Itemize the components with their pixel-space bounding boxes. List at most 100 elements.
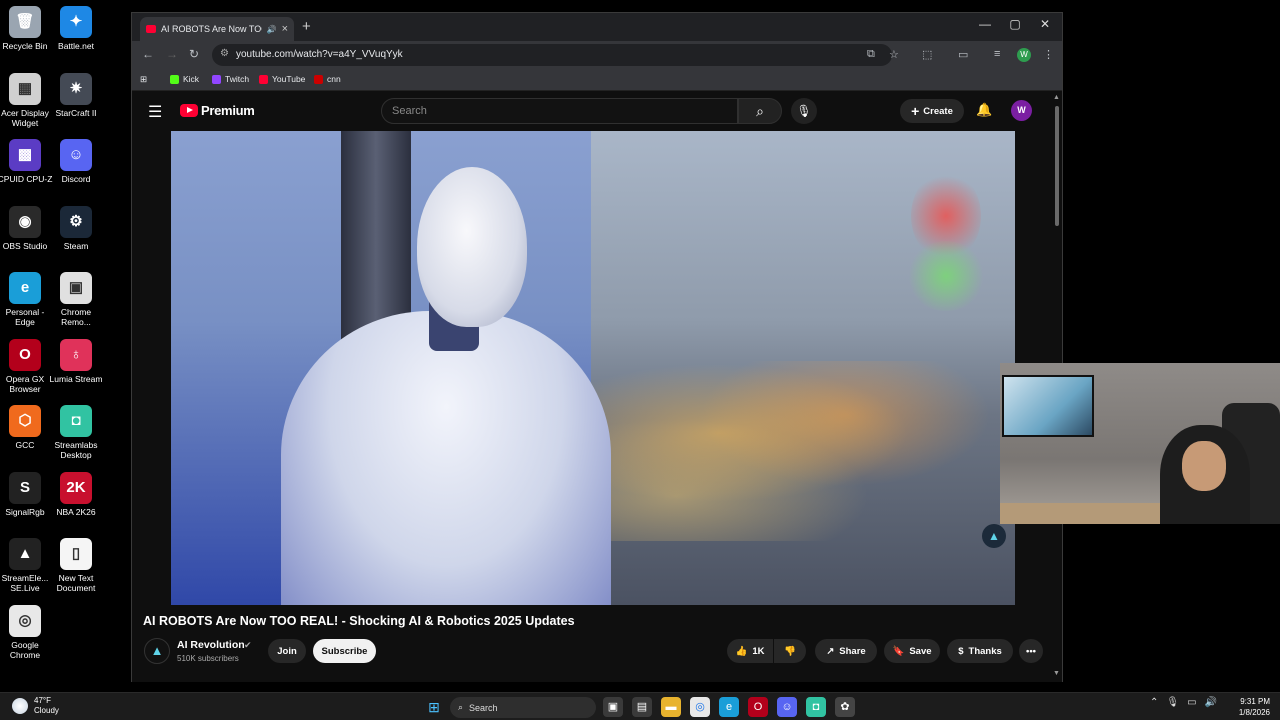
site-info-icon[interactable]: ⚙ xyxy=(220,48,229,59)
file-explorer-icon[interactable]: ▬ xyxy=(661,697,681,717)
desktop-icon-new-text-document[interactable]: ▯ New Text Document xyxy=(47,538,105,593)
desktop-icon-steam[interactable]: ⚙ Steam xyxy=(47,205,105,251)
task-view-icon[interactable]: ▣ xyxy=(603,697,623,717)
account-avatar[interactable]: W xyxy=(1011,100,1032,121)
app-icon: ▯ xyxy=(60,538,92,570)
bookmark-star-icon[interactable]: ☆ xyxy=(889,48,899,61)
desktop-icon-acer-display-widget[interactable]: ▦ Acer Display Widget xyxy=(0,72,54,128)
desktop-icon-label: StarCraft II xyxy=(55,107,97,118)
profile-avatar[interactable]: W xyxy=(1017,48,1031,62)
notifications-bell-icon[interactable]: 🔔 xyxy=(976,102,992,118)
weather-widget[interactable]: 47°F Cloudy xyxy=(12,696,59,716)
join-button[interactable]: Join xyxy=(268,639,306,663)
clock[interactable]: 9:31 PM 1/8/2026 xyxy=(1230,696,1270,718)
close-window-button[interactable]: ✕ xyxy=(1030,17,1060,31)
save-button[interactable]: 🔖 Save xyxy=(884,639,940,663)
desktop-icon-opera-gx-browser[interactable]: O Opera GX Browser xyxy=(0,338,54,394)
desktop-icon-streamele-se-live[interactable]: ▲ StreamEle... SE.Live xyxy=(0,538,54,593)
streamlabs-taskbar-icon[interactable]: ◘ xyxy=(806,697,826,717)
discord-taskbar-icon[interactable]: ☺ xyxy=(777,697,797,717)
desktop-icon-streamlabs-desktop[interactable]: ◘ Streamlabs Desktop xyxy=(47,405,105,460)
app-icon: e xyxy=(9,272,41,304)
desktop-icon-google-chrome[interactable]: ◎ Google Chrome xyxy=(0,604,54,660)
desktop-icon-chrome-remo[interactable]: ▣ Chrome Remo... xyxy=(47,272,105,327)
bookmark-twitch[interactable]: Twitch xyxy=(212,74,249,84)
desktop-icon-nba-2k26[interactable]: 2K NBA 2K26 xyxy=(47,471,105,517)
search-input[interactable]: Search xyxy=(381,98,738,124)
mic-tray-icon[interactable]: 🎙 xyxy=(1166,697,1179,708)
youtube-header: ☰ Premium Search ⌕ 🎙 + Create 🔔 W xyxy=(132,92,1062,130)
desktop-icon-discord[interactable]: ☺ Discord xyxy=(47,139,105,184)
apps-grid-icon[interactable]: ⊞ xyxy=(140,74,147,85)
thanks-button[interactable]: $ Thanks xyxy=(947,639,1013,663)
video-title: AI ROBOTS Are Now TOO REAL! - Shocking A… xyxy=(143,614,575,628)
hamburger-menu-icon[interactable]: ☰ xyxy=(148,102,162,122)
start-icon[interactable]: ⊞ xyxy=(424,697,444,717)
tab-close-icon[interactable]: × xyxy=(282,23,288,35)
desktop-icon-cpuid-cpu-z[interactable]: ▩ CPUID CPU-Z xyxy=(0,139,54,184)
desktop-icon-gcc[interactable]: ⬡ GCC xyxy=(0,405,54,450)
desktop-icon-label: Opera GX Browser xyxy=(5,373,45,394)
weather-condition: Cloudy xyxy=(34,706,59,715)
bookmark-kick[interactable]: Kick xyxy=(170,74,199,84)
create-button[interactable]: + Create xyxy=(900,99,964,123)
like-button[interactable]: 👍 1K xyxy=(727,639,773,663)
scrollbar-thumb[interactable] xyxy=(1055,106,1059,226)
channel-watermark-icon[interactable]: ▲ xyxy=(982,524,1006,548)
app-taskbar-icon[interactable]: ✿ xyxy=(835,697,855,717)
subscribe-button[interactable]: Subscribe xyxy=(313,639,376,663)
volume-icon[interactable]: 🔊 xyxy=(1205,697,1217,708)
desktop-icon-label: StreamEle... SE.Live xyxy=(1,573,49,593)
video-player[interactable] xyxy=(171,131,1015,605)
forward-button[interactable]: → xyxy=(166,47,178,61)
chrome-taskbar-icon[interactable]: ◎ xyxy=(690,697,710,717)
search-button[interactable]: ⌕ xyxy=(738,98,782,124)
join-label: Join xyxy=(277,645,297,657)
maximize-button[interactable]: ▢ xyxy=(1000,17,1030,31)
desktop-icon-signalrgb[interactable]: S SignalRgb xyxy=(0,471,54,517)
desktop-icon-label: Battle.net xyxy=(58,41,94,51)
app-icon: ▦ xyxy=(9,72,41,105)
video-robot-body xyxy=(281,311,611,605)
edge-taskbar-icon[interactable]: e xyxy=(719,697,739,717)
kebab-menu-icon[interactable]: ⋮ xyxy=(1043,48,1054,61)
desktop-icon-lumia-stream[interactable]: ♁ Lumia Stream xyxy=(47,338,105,384)
new-tab-button[interactable]: + xyxy=(302,18,311,35)
reload-button[interactable]: ↻ xyxy=(189,47,199,61)
voice-search-icon[interactable]: 🎙 xyxy=(791,98,817,124)
network-icon[interactable]: ▭ xyxy=(1187,697,1196,708)
back-button[interactable]: ← xyxy=(142,47,154,61)
desktop-icon-battle-net[interactable]: ✦ Battle.net xyxy=(47,6,105,51)
speaker-icon[interactable]: 🔊 xyxy=(267,25,277,34)
bookmark-label: YouTube xyxy=(272,74,306,84)
channel-name[interactable]: AI Revolution xyxy=(177,639,245,651)
address-bar[interactable]: ⚙ youtube.com/watch?v=a4Y_VVuqYyk xyxy=(212,44,892,66)
channel-avatar[interactable]: ▲ xyxy=(144,638,170,664)
desktop-icon-label: Lumia Stream xyxy=(49,373,103,384)
share-icon: ↗ xyxy=(826,645,835,657)
logo-word: Premium xyxy=(201,103,255,118)
more-actions-button[interactable]: ••• xyxy=(1019,639,1043,663)
desktop-icon-obs-studio[interactable]: ◉ OBS Studio xyxy=(0,205,54,251)
bookmark-cnn[interactable]: cnn xyxy=(314,74,341,84)
desktop-icon-recycle-bin[interactable]: 🗑 Recycle Bin xyxy=(0,6,54,51)
tray-overflow-icon[interactable]: ⌃ xyxy=(1150,697,1158,708)
side-panel-icon[interactable]: ▭ xyxy=(958,48,968,61)
opera-gx-taskbar-icon[interactable]: O xyxy=(748,697,768,717)
youtube-premium-logo[interactable]: Premium xyxy=(180,103,255,118)
verified-badge-icon: ✔ xyxy=(244,640,252,650)
scroll-down-icon[interactable]: ▼ xyxy=(1053,670,1060,677)
reading-list-icon[interactable]: ≡ xyxy=(994,48,1000,60)
tab-youtube-video[interactable]: AI ROBOTS Are Now TOO R 🔊 × xyxy=(140,17,294,41)
install-app-icon[interactable]: ⧉ xyxy=(867,48,875,61)
extensions-icon[interactable]: ⬚ xyxy=(922,48,932,61)
dislike-button[interactable]: 👎 xyxy=(774,639,806,663)
taskbar-search[interactable]: ⌕ Search xyxy=(450,697,596,718)
widgets-icon[interactable]: ▤ xyxy=(632,697,652,717)
desktop-icon-starcraft-ii[interactable]: ✷ StarCraft II xyxy=(47,72,105,118)
desktop-icon-personal-edge[interactable]: e Personal - Edge xyxy=(0,272,54,327)
bookmark-youtube[interactable]: YouTube xyxy=(259,74,305,84)
share-button[interactable]: ↗ Share xyxy=(815,639,877,663)
scroll-up-icon[interactable]: ▲ xyxy=(1053,94,1060,101)
minimize-button[interactable]: — xyxy=(970,17,1000,31)
